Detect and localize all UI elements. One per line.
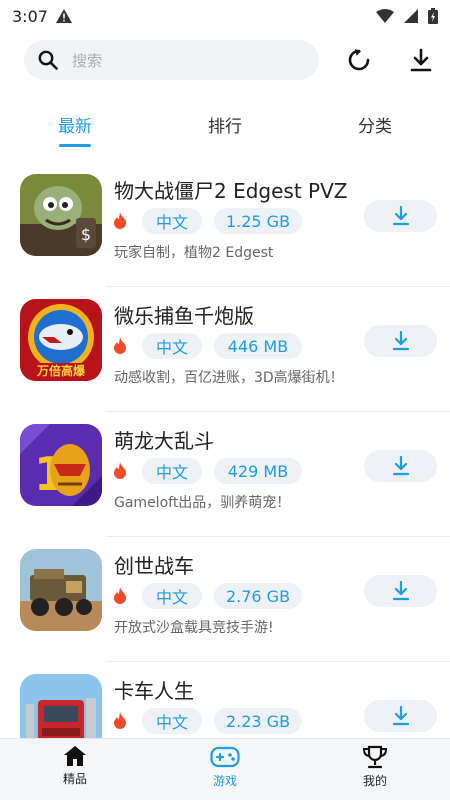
language-tag: 中文	[142, 458, 202, 484]
fire-icon	[114, 212, 126, 229]
tab-categories[interactable]: 分类	[335, 112, 415, 137]
tab-ranking[interactable]: 排行	[185, 112, 265, 137]
battery-icon	[428, 8, 438, 24]
refresh-icon	[348, 49, 370, 71]
refresh-button[interactable]	[345, 46, 373, 74]
svg-text:$: $	[81, 225, 91, 244]
tab-latest[interactable]: 最新	[35, 112, 115, 137]
size-tag: 446 MB	[214, 333, 302, 359]
dragon-game-icon: 1	[20, 424, 102, 506]
game-row[interactable]: 万倍高爆 微乐捕鱼千炮版 中文 446 MB 动感收割，百亿进账，3D高爆街机！	[0, 287, 450, 412]
game-meta: 中文 1.25 GB	[112, 208, 302, 234]
fire-icon	[114, 587, 126, 604]
game-name: 卡车人生	[114, 679, 194, 703]
truck-life-game-icon	[20, 674, 102, 738]
size-tag: 429 MB	[214, 458, 302, 484]
fire-icon	[114, 462, 126, 479]
game-meta: 中文 2.76 GB	[112, 583, 302, 609]
size-tag: 2.23 GB	[214, 708, 302, 734]
fire-icon	[114, 337, 126, 354]
download-button[interactable]	[364, 325, 437, 357]
game-list[interactable]: $ 物大战僵尸2 Edgest PVZ 中文 1.25 GB 玩家自制，植物2 …	[0, 162, 450, 738]
download-manager-button[interactable]	[407, 46, 435, 74]
alert-icon	[55, 9, 72, 23]
nav-label: 游戏	[212, 774, 237, 788]
nav-label: 精品	[62, 772, 87, 786]
category-tabs: 最新 排行 分类	[0, 112, 450, 152]
game-name: 微乐捕鱼千炮版	[114, 304, 254, 328]
game-description: 玩家自制，植物2 Edgest	[114, 245, 274, 261]
nav-item-games[interactable]: 游戏	[180, 745, 270, 789]
search-placeholder: 搜索	[72, 51, 103, 70]
game-description: 开放式沙盒载具竞技手游!	[114, 620, 274, 636]
game-description: 动感收割，百亿进账，3D高爆街机！	[114, 370, 344, 386]
download-icon	[392, 706, 409, 726]
wifi-icon	[376, 9, 394, 23]
truck-battle-game-icon	[20, 549, 102, 631]
zombie-game-icon: $	[20, 174, 102, 256]
download-button[interactable]	[364, 575, 437, 607]
download-icon	[392, 581, 409, 601]
language-tag: 中文	[142, 583, 202, 609]
game-row[interactable]: 创世战车 中文 2.76 GB 开放式沙盒载具竞技手游!	[0, 537, 450, 662]
gamepad-icon	[210, 746, 240, 768]
search-input[interactable]: 搜索	[24, 40, 319, 80]
download-icon	[392, 331, 409, 351]
tab-active-indicator	[59, 144, 91, 147]
game-name: 萌龙大乱斗	[114, 429, 214, 453]
status-bar: 3:07	[0, 0, 450, 32]
nav-label: 我的	[362, 774, 387, 788]
game-meta: 中文 446 MB	[112, 333, 302, 359]
language-tag: 中文	[142, 708, 202, 734]
download-icon	[410, 48, 432, 72]
download-button[interactable]	[364, 450, 437, 482]
download-button[interactable]	[364, 700, 437, 732]
status-time: 3:07	[12, 6, 48, 26]
game-row[interactable]: $ 物大战僵尸2 Edgest PVZ 中文 1.25 GB 玩家自制，植物2 …	[0, 162, 450, 287]
bottom-nav: 精品 游戏 我的	[0, 738, 450, 800]
nav-item-featured[interactable]: 精品	[30, 745, 120, 787]
language-tag: 中文	[142, 208, 202, 234]
icon-caption: 万倍高爆	[36, 364, 85, 378]
language-tag: 中文	[142, 333, 202, 359]
download-button[interactable]	[364, 200, 437, 232]
download-icon	[392, 206, 409, 226]
signal-icon	[404, 9, 418, 23]
fishing-game-icon: 万倍高爆	[20, 299, 102, 381]
fire-icon	[114, 712, 126, 729]
trophy-icon	[362, 745, 388, 769]
game-row[interactable]: 卡车人生 中文 2.23 GB	[0, 662, 450, 738]
search-icon	[38, 50, 58, 70]
game-row[interactable]: 1 萌龙大乱斗 中文 429 MB Gameloft出品，驯养萌宠！	[0, 412, 450, 537]
download-icon	[392, 456, 409, 476]
game-name: 创世战车	[114, 554, 194, 578]
game-description: Gameloft出品，驯养萌宠！	[114, 495, 291, 511]
game-meta: 中文 2.23 GB	[112, 708, 302, 734]
home-icon	[64, 746, 86, 766]
game-meta: 中文 429 MB	[112, 458, 302, 484]
nav-item-mine[interactable]: 我的	[330, 745, 420, 789]
size-tag: 1.25 GB	[214, 208, 302, 234]
size-tag: 2.76 GB	[214, 583, 302, 609]
game-name: 物大战僵尸2 Edgest PVZ	[114, 179, 348, 203]
